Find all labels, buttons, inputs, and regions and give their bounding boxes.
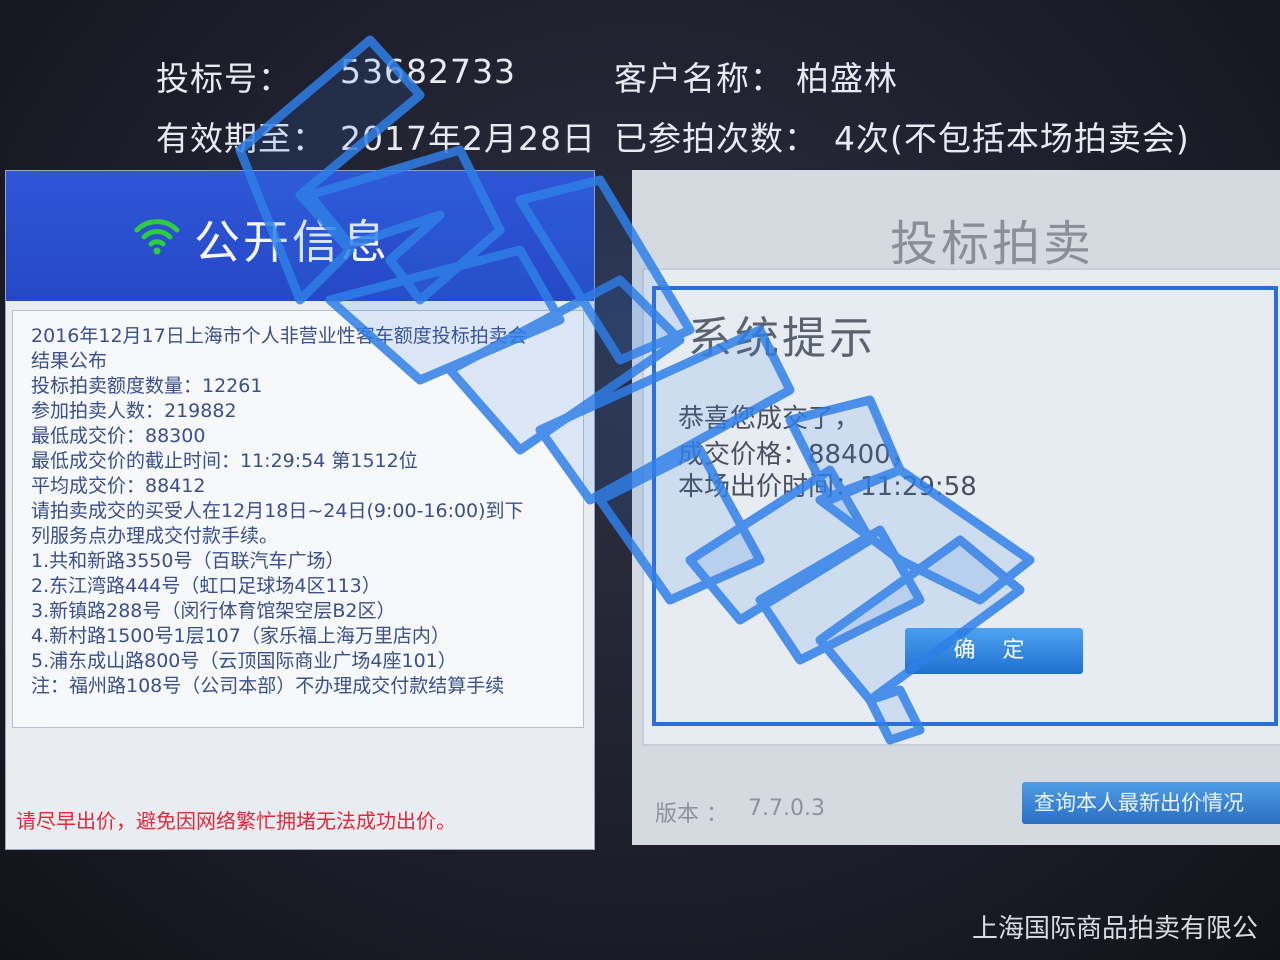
announcement-line: 参加拍卖人数：219882	[31, 400, 237, 422]
bidding-panel-title: 投标拍卖	[890, 216, 1095, 272]
announcement-line: 结果公布	[31, 350, 108, 372]
announcement-line: 投标拍卖额度数量：12261	[31, 375, 263, 397]
wifi-icon	[134, 219, 180, 255]
announcement-line: 最低成交价：88300	[31, 425, 206, 447]
announcement-line: 列服务点办理成交付款手续。	[31, 525, 279, 547]
bid-number-value: 53682733	[340, 52, 516, 91]
dialog-congrats-text: 恭喜您成交了，	[678, 404, 861, 434]
company-name: 上海国际商品拍卖有限公	[972, 914, 1259, 944]
screen: 投标号： 53682733 客户名称： 柏盛林 有效期至： 2017年2月28日…	[0, 0, 1280, 960]
dialog-bid-time-text: 本场出价时间：11:29:58	[678, 472, 977, 502]
bid-count-value: 4次(不包括本场拍卖会)	[834, 119, 1190, 158]
announcement-line: 最低成交价的截止时间：11:29:54 第1512位	[31, 450, 418, 472]
announcement-line: 2016年12月17日上海市个人非营业性客车额度投标拍卖会	[31, 325, 527, 347]
client-name-value: 柏盛林	[796, 59, 898, 98]
bid-count-label: 已参拍次数：	[614, 119, 818, 158]
query-latest-bid-button[interactable]: 查询本人最新出价情况	[1022, 782, 1280, 824]
announcement-line: 2.东江湾路444号（虹口足球场4区113）	[31, 575, 381, 597]
announcement-line: 平均成交价：88412	[31, 475, 206, 497]
valid-until-value: 2017年2月28日	[340, 119, 596, 158]
confirm-button[interactable]: 确 定	[905, 628, 1083, 674]
version-label: 版本 ：	[655, 802, 728, 827]
announcement-line: 注：福州路108号（公司本部）不办理成交付款结算手续	[31, 675, 505, 697]
bid-warning-text: 请尽早出价，避免因网络繁忙拥堵无法成功出价。	[16, 809, 456, 833]
public-info-title: 公开信息	[194, 215, 390, 269]
system-dialog-title: 系统提示	[688, 313, 876, 364]
client-name-label: 客户名称：	[614, 59, 784, 98]
announcement-line: 3.新镇路288号（闵行体育馆架空层B2区）	[31, 600, 396, 622]
announcement-box: 2016年12月17日上海市个人非营业性客车额度投标拍卖会 结果公布 投标拍卖额…	[12, 310, 584, 728]
announcement-line: 4.新村路1500号1层107（家乐福上海万里店内）	[31, 625, 450, 647]
announcement-line: 1.共和新路3550号（百联汽车广场）	[31, 550, 345, 572]
announcement-line: 请拍卖成交的买受人在12月18日~24日(9:00-16:00)到下	[31, 500, 524, 522]
bid-number-label: 投标号：	[156, 59, 292, 98]
version-value: 7.7.0.3	[748, 796, 825, 821]
valid-until-label: 有效期至：	[156, 119, 326, 158]
announcement-line: 5.浦东成山路800号（云顶国际商业广场4座101）	[31, 650, 457, 672]
